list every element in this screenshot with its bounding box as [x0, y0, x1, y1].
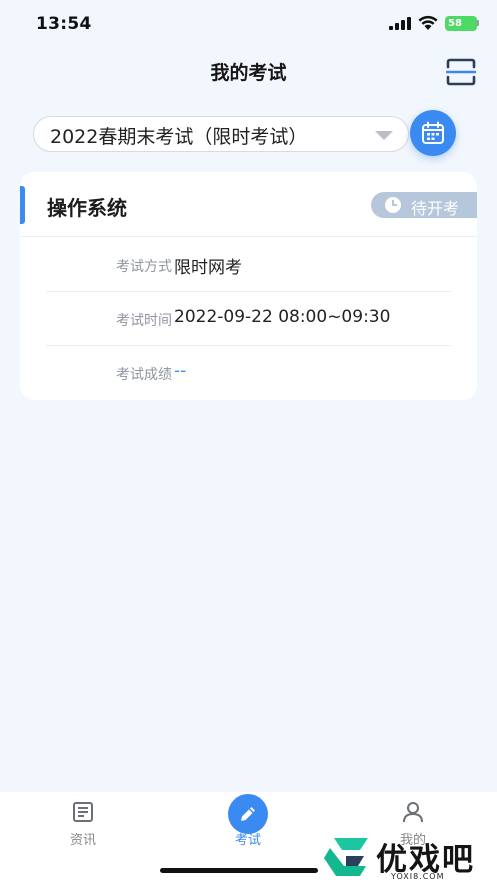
- info-value: 2022-09-22 08:00~09:30: [174, 307, 391, 327]
- tab-exam[interactable]: 考试: [198, 792, 298, 852]
- exam-card[interactable]: 操作系统 待开考 考试方式 限时网考 考试时间 2022-09-22 08:00…: [20, 172, 477, 400]
- info-label: 考试成绩: [116, 367, 172, 383]
- info-row-method: 考试方式 限时网考: [46, 238, 451, 292]
- scan-icon[interactable]: [446, 58, 476, 86]
- info-label: 考试时间: [116, 313, 172, 329]
- battery-indicator: 58: [445, 16, 477, 31]
- signal-icon: [389, 17, 411, 30]
- calendar-icon: [422, 121, 444, 144]
- news-icon: [73, 802, 93, 822]
- card-accent-bar: [20, 186, 25, 224]
- exam-subject-title: 操作系统: [47, 196, 127, 220]
- person-icon: [403, 802, 423, 823]
- dropdown-arrow-icon: [375, 131, 393, 140]
- wifi-icon: [418, 15, 438, 30]
- status-badge-text: 待开考: [411, 199, 460, 218]
- home-indicator: [160, 868, 318, 873]
- battery-cap: [477, 20, 479, 26]
- watermark: 优戏吧 YOXI8.COM: [318, 828, 497, 883]
- status-bar: 13:54 58: [0, 0, 497, 48]
- tab-label: 资讯: [69, 833, 96, 848]
- exam-selector-value: 2022春期末考试（限时考试）: [50, 126, 308, 148]
- divider: [20, 236, 477, 237]
- info-row-score: 考试成绩 --: [46, 346, 451, 400]
- exam-selector[interactable]: 2022春期末考试（限时考试）: [33, 116, 409, 152]
- tab-label: 考试: [234, 833, 261, 848]
- watermark-logo-icon: [324, 838, 368, 876]
- clock-icon: [385, 197, 401, 213]
- info-value: --: [174, 361, 187, 381]
- status-badge: 待开考: [371, 192, 477, 218]
- battery-level: 58: [448, 18, 462, 29]
- pencil-icon: [241, 807, 255, 821]
- info-label: 考试方式: [116, 259, 172, 275]
- page-title: 我的考试: [210, 62, 287, 84]
- info-row-time: 考试时间 2022-09-22 08:00~09:30: [46, 292, 451, 346]
- calendar-button[interactable]: [410, 110, 456, 156]
- tab-news[interactable]: 资讯: [33, 792, 133, 852]
- watermark-subtext: YOXI8.COM: [391, 872, 445, 881]
- status-time: 13:54: [36, 14, 92, 34]
- tab-active-indicator: [228, 794, 268, 834]
- info-value: 限时网考: [174, 258, 242, 278]
